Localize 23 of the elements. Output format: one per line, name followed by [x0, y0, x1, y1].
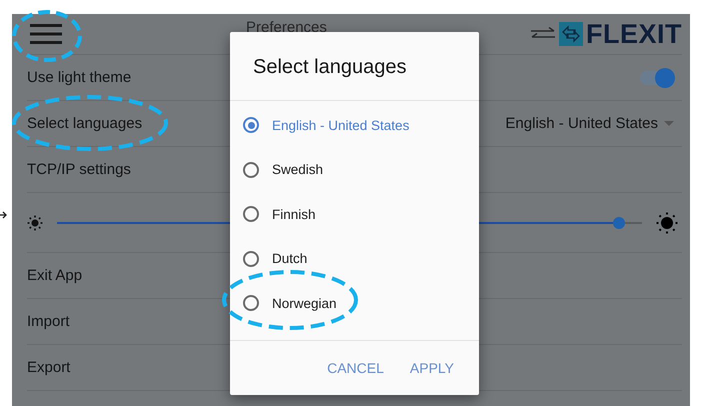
language-option[interactable]: Dutch — [230, 236, 479, 281]
setting-label[interactable]: TCP/IP settings — [27, 161, 131, 178]
language-dropdown[interactable]: English - United States — [505, 115, 674, 132]
menu-icon[interactable] — [30, 23, 62, 45]
caret-icon — [664, 120, 674, 126]
setting-label: Use light theme — [27, 69, 132, 86]
pointer-arrow-icon — [0, 211, 8, 219]
language-option[interactable]: Norwegian — [230, 281, 479, 326]
language-option[interactable]: Swedish — [230, 148, 479, 192]
logo-text: FLEXIT — [586, 18, 682, 50]
language-option[interactable]: Finnish — [230, 192, 479, 236]
dialog-title: Select languages — [230, 32, 479, 101]
dialog-button[interactable]: CANCEL — [316, 354, 395, 382]
brightness-high-icon — [656, 212, 678, 234]
setting-label[interactable]: Import — [27, 313, 70, 330]
dialog-button[interactable]: APPLY — [398, 354, 465, 382]
brightness-low-icon — [27, 214, 43, 230]
logo-icon — [559, 22, 583, 46]
setting-label[interactable]: Export — [27, 359, 70, 376]
language-option[interactable]: English - United States — [230, 103, 479, 148]
setting-label[interactable]: Exit App — [27, 267, 82, 284]
theme-toggle[interactable] — [640, 70, 672, 84]
annotation-ellipse — [11, 9, 83, 63]
